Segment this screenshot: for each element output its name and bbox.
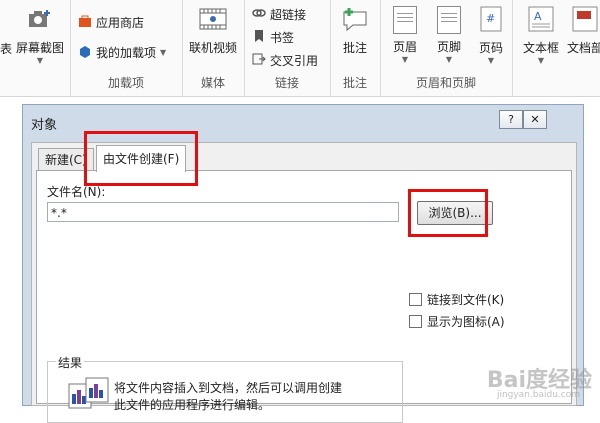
display-as-icon-checkbox[interactable]: 显示为图标(A) [409,313,505,330]
addin-icon [78,44,92,61]
dropdown-arrow-icon: ▼ [401,55,409,64]
checkbox-box[interactable] [409,315,422,328]
dropdown-arrow-icon: ▼ [537,56,545,65]
filename-input[interactable]: *.* [47,202,399,222]
checkbox-box[interactable] [409,293,422,306]
highlight-box-browse [408,189,488,237]
dropdown-arrow-icon: ▼ [487,56,495,65]
media-group: 联机视频 媒体 [182,0,245,96]
help-button[interactable]: ? [499,110,523,129]
store-icon [78,14,92,31]
close-button[interactable]: ✕ [523,110,547,129]
comment-icon [334,6,376,35]
watermark-url: jingyan.baidu.com [496,390,580,400]
header-footer-group: 页眉 ▼ 页脚 ▼ # 页码 ▼ 页眉和页脚 [380,0,513,96]
footer-icon [437,6,461,34]
svg-text:#: # [486,12,495,25]
svg-text:A: A [534,10,542,23]
dialog-title: 对象 [31,118,58,133]
result-title: 结果 [56,354,85,371]
insert-file-icon [68,376,110,413]
result-groupbox: 结果 将文件内容插入到文档，然后可以调用创建 此文件的应用程序进行编辑。 [47,354,403,423]
document-parts-icon [562,6,600,35]
addins-group: 应用商店 我的加载项 ▼ 加载项 [70,0,183,96]
links-group: 超链接 书签 交叉引用 链接 [244,0,331,96]
insert-group-partial [0,0,71,96]
online-video-button[interactable]: 联机视频 [186,6,240,56]
tab-create-from-file[interactable]: 由文件创建(F) [96,145,187,172]
comment-button[interactable]: 批注 [334,6,376,56]
dropdown-arrow-icon: ▼ [445,55,453,64]
ribbon: 表 屏幕截图 ▼ 应用商店 我的加载项 ▼ 加载项 联机视频 媒体 超链接 书签… [0,0,600,97]
footer-button[interactable]: 页脚 ▼ [428,6,470,64]
header-icon [393,6,417,34]
textbox-button[interactable]: A 文本框 ▼ [518,6,564,65]
page-number-icon: # [470,6,512,35]
video-icon [186,6,240,35]
dropdown-arrow-icon: ▼ [160,48,167,57]
my-addins-button[interactable]: 我的加载项 ▼ [78,44,166,61]
object-dialog: 对象 ? ✕ 新建(C) 由文件创建(F) 文件名(N): *.* 浏览(B).… [22,104,584,423]
result-description: 将文件内容插入到文档，然后可以调用创建 此文件的应用程序进行编辑。 [114,381,343,412]
bookmark-button[interactable]: 书签 [252,29,294,46]
link-icon [252,6,266,23]
bookmark-icon [252,29,266,46]
cross-reference-button[interactable]: 交叉引用 [252,52,318,69]
document-parts-button[interactable]: 文档部 [562,6,600,56]
comments-group: 批注 批注 [330,0,381,96]
cross-reference-icon [252,52,266,69]
textbox-icon: A [518,6,564,35]
link-to-file-checkbox[interactable]: 链接到文件(K) [409,291,504,308]
hyperlink-button[interactable]: 超链接 [252,6,306,23]
app-store-button[interactable]: 应用商店 [78,14,144,31]
page-number-button[interactable]: # 页码 ▼ [470,6,512,65]
header-button[interactable]: 页眉 ▼ [384,6,426,64]
